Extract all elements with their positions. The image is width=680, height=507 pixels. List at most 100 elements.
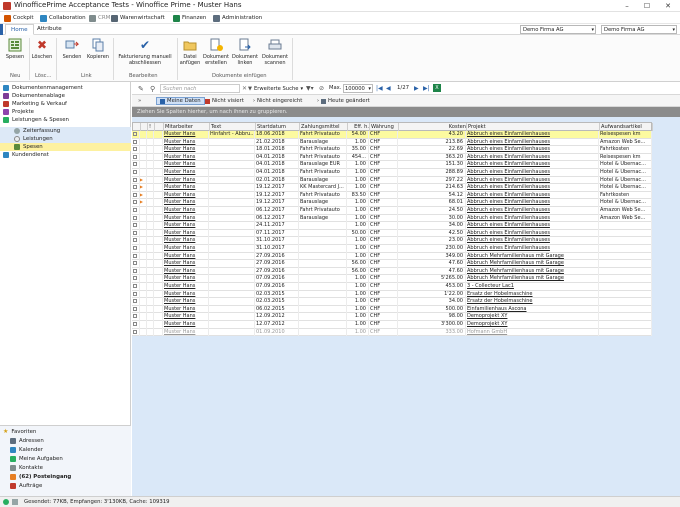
sidebar-item-dokumentenmanagement[interactable]: Dokumentenmanagement — [0, 84, 131, 92]
filter-clear-icon[interactable]: ⊘ — [319, 85, 324, 92]
favorite-kalender[interactable]: Kalender — [0, 446, 120, 454]
close-button[interactable]: ✕ — [658, 0, 678, 12]
project-cell[interactable]: Abbruch eines Einfamilienhauses — [466, 161, 599, 169]
previous-page-icon[interactable]: ◀ — [386, 85, 391, 92]
datei-anfuegen-button[interactable]: Datei anfügen — [180, 37, 200, 66]
project-cell[interactable]: Abbruch eines Einfamilienhauses — [466, 131, 599, 139]
employee-cell[interactable]: Muster Hans — [163, 131, 209, 139]
employee-cell[interactable]: Muster Hans — [163, 222, 209, 230]
table-row[interactable]: Muster Hans 04.01.2018 Fahrt Privatauto 1.0… — [132, 169, 652, 177]
project-cell[interactable]: Abbruch eines Einfamilienhauses — [466, 245, 599, 253]
table-row[interactable]: Muster Hans 06.12.2017 Barauslage 1.00 CHF 30… — [132, 214, 652, 223]
project-cell[interactable]: Abbruch eines Einfamilienhauses — [466, 146, 599, 154]
nav-cockpit[interactable]: Cockpit — [4, 13, 34, 23]
project-cell[interactable]: Abbruch eines Einfamilienhauses — [466, 229, 599, 238]
table-row[interactable]: Muster Hans 19.12.2017 KK Mastercard J... 1… — [132, 184, 652, 192]
sidebar-item-leistungen[interactable]: Leistungen — [0, 135, 131, 143]
column-header[interactable]: Startdatum — [256, 123, 300, 131]
row-checkbox[interactable] — [132, 313, 140, 321]
last-page-icon[interactable]: ▶| — [423, 85, 430, 92]
column-header[interactable] — [141, 123, 148, 131]
row-checkbox[interactable] — [132, 184, 140, 192]
project-cell[interactable]: Demoprojekt XY — [466, 313, 599, 321]
filter-nicht-visiert[interactable]: Nicht visiert — [202, 97, 247, 105]
dokument-linken-button[interactable]: Dokument linken — [232, 37, 258, 66]
employee-cell[interactable]: Muster Hans — [163, 169, 209, 177]
filter-meine-daten[interactable]: Meine Daten — [156, 97, 205, 105]
table-row[interactable]: Muster Hans 07.09.2016 1.00 CHF 453.00 3 - Co… — [132, 283, 652, 291]
employee-cell[interactable]: Muster Hans — [163, 153, 209, 162]
project-cell[interactable]: Abbruch eines Einfamilienhauses — [466, 191, 599, 200]
kopieren-button[interactable]: Kopieren — [86, 37, 110, 60]
table-row[interactable]: Muster Hans 12.09.2012 1.00 CHF 98.00 Demopro… — [132, 313, 652, 321]
nav-finanzen[interactable]: Finanzen — [173, 13, 206, 23]
table-row[interactable]: Muster Hans 31.10.2017 1.00 CHF 23.00 Abbruch… — [132, 237, 652, 245]
row-checkbox[interactable] — [132, 328, 140, 337]
employee-cell[interactable]: Muster Hans — [163, 328, 209, 337]
row-checkbox[interactable] — [132, 237, 140, 245]
sidebar-item-dokumentenablage[interactable]: Dokumentenablage — [0, 92, 131, 100]
maximize-button[interactable]: ☐ — [637, 0, 657, 12]
sidebar-item-zeiterfassung[interactable]: Zeiterfassung — [0, 127, 131, 135]
project-cell[interactable]: Abbruch eines Einfamilienhauses — [466, 214, 599, 223]
column-header[interactable]: Eff. h. — [348, 123, 370, 131]
table-row[interactable]: Muster Hans 21.02.2018 Barauslage 1.00 CHF 21… — [132, 138, 652, 147]
project-cell[interactable]: Demoprojekt XY — [466, 321, 599, 329]
row-checkbox[interactable] — [132, 260, 140, 268]
company-select-1[interactable]: Demo Firma AG ▾ — [520, 25, 596, 34]
employee-cell[interactable]: Muster Hans — [163, 207, 209, 215]
row-checkbox[interactable] — [132, 153, 140, 162]
sidebar-item-projekte[interactable]: Projekte — [0, 108, 131, 116]
row-checkbox[interactable] — [132, 275, 140, 283]
sidebar-item-kundendienst[interactable]: Kundendienst — [0, 151, 131, 159]
column-header[interactable]: Aufwandsartikel — [600, 123, 653, 131]
expand-icon[interactable]: » — [138, 98, 141, 104]
table-row[interactable]: Muster Hans 27.09.2016 56.00 CHF 47.60 Abbruc… — [132, 267, 652, 276]
next-page-icon[interactable]: ▶ — [414, 85, 419, 92]
advanced-search-button[interactable]: ▼ Erweiterte Suche ▾ — [248, 84, 303, 93]
column-header[interactable] — [155, 123, 164, 131]
table-row[interactable]: Muster Hans 27.09.2016 1.00 CHF 349.00 Abbruc… — [132, 252, 652, 261]
employee-cell[interactable]: Muster Hans — [163, 138, 209, 147]
nav-warenwirtschaft[interactable]: Warenwirtschaft — [111, 13, 165, 23]
table-row[interactable]: Muster Hans 06.12.2017 Fahrt Privatauto 1.0… — [132, 207, 652, 215]
project-cell[interactable]: Ersatz der Hobelmaschine — [466, 290, 599, 299]
employee-cell[interactable]: Muster Hans — [163, 184, 209, 192]
tab-home[interactable]: Home — [5, 24, 34, 35]
employee-cell[interactable]: Muster Hans — [163, 176, 209, 185]
tab-attribute[interactable]: Attribute — [32, 24, 67, 35]
table-row[interactable]: Muster Hans 07.11.2017 50.00 CHF 42.50 Abbruc… — [132, 229, 652, 238]
project-cell[interactable]: 3 - Collecteur Lac1 — [466, 283, 599, 291]
table-row[interactable]: Muster Hans 07.09.2016 1.00 CHF 5'265.00 Abbr… — [132, 275, 652, 283]
project-cell[interactable]: Abbruch eines Einfamilienhauses — [466, 237, 599, 245]
project-cell[interactable]: Abbruch eines Einfamilienhauses — [466, 199, 599, 207]
column-header[interactable] — [133, 123, 141, 131]
favorite-posteingang[interactable]: (62) Posteingang — [0, 473, 120, 481]
employee-cell[interactable]: Muster Hans — [163, 313, 209, 321]
column-header[interactable]: Projekt — [467, 123, 600, 131]
excel-export-icon[interactable]: X — [433, 84, 441, 92]
sidebar-item-leistungen-spesen[interactable]: Leistungen & Spesen — [0, 116, 131, 124]
project-cell[interactable]: Abbruch eines Einfamilienhauses — [466, 138, 599, 147]
employee-cell[interactable]: Muster Hans — [163, 229, 209, 238]
fakturierung-button[interactable]: ✔ Fakturierung manuell abschliessen — [116, 37, 174, 66]
project-cell[interactable]: Abbruch Mehrfamilienhaus mit Garage — [466, 267, 599, 276]
nav-administration[interactable]: Administration — [213, 13, 262, 23]
favorite-auftraege[interactable]: Aufträge — [0, 482, 120, 490]
row-checkbox[interactable] — [132, 191, 140, 200]
column-header[interactable]: Währung — [370, 123, 399, 131]
row-checkbox[interactable] — [132, 229, 140, 238]
table-row[interactable]: Muster Hans 12.07.2012 1.00 CHF 3'300.00 Demo… — [132, 321, 652, 329]
table-row[interactable]: Muster Hans Hinfahrt - Abbru... 18.06.2018… — [132, 131, 652, 139]
project-cell[interactable]: Abbruch eines Einfamilienhauses — [466, 153, 599, 162]
edit-icon[interactable]: ✎ — [138, 85, 144, 93]
sidebar-item-marketing[interactable]: Marketing & Verkauf — [0, 100, 131, 108]
employee-cell[interactable]: Muster Hans — [163, 161, 209, 169]
project-cell[interactable]: Abbruch eines Einfamilienhauses — [466, 184, 599, 192]
nav-collaboration[interactable]: Collaboration — [40, 13, 86, 23]
favorites-header[interactable]: ★ Favoriten — [0, 428, 131, 436]
project-cell[interactable]: Einfamilienhaus Ascona — [466, 305, 599, 314]
table-row[interactable]: Muster Hans 04.01.2018 Barauslage EUR 1.00 C… — [132, 161, 652, 169]
employee-cell[interactable]: Muster Hans — [163, 321, 209, 329]
search-icon[interactable]: ⚲ — [150, 85, 155, 93]
